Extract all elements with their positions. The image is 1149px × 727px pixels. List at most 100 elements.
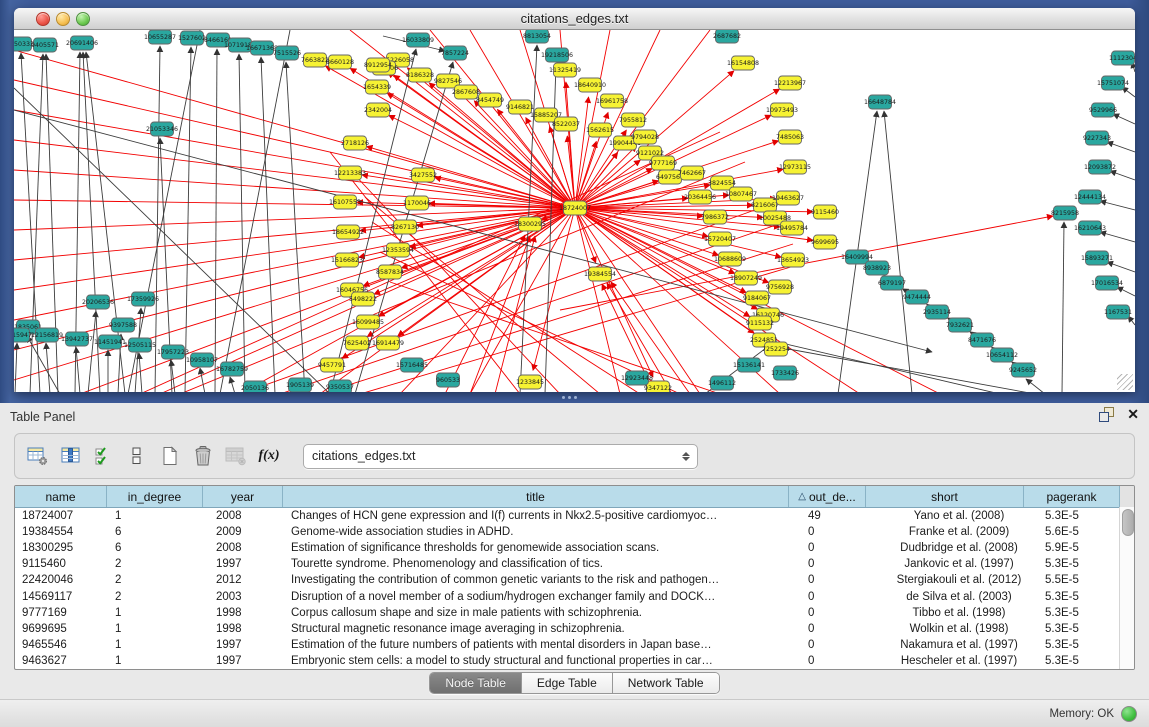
table-cell[interactable]: 1998 — [203, 607, 283, 619]
network-node[interactable]: 12353594 — [382, 243, 414, 257]
network-node[interactable]: 20691406 — [66, 36, 98, 50]
table-cell[interactable]: 1997 — [203, 655, 283, 667]
network-node[interactable]: 7462667 — [678, 166, 706, 180]
network-node[interactable]: 10958107 — [186, 353, 218, 367]
network-node[interactable]: 5498222 — [349, 292, 377, 306]
column-header-in_degree[interactable]: in_degree — [107, 486, 203, 507]
network-node[interactable]: 9756928 — [766, 280, 794, 294]
network-node[interactable]: 18724007 — [559, 201, 591, 215]
table-cell[interactable]: Disruption of a novel member of a sodium… — [283, 591, 803, 603]
table-row[interactable]: 1456911722003Disruption of a novel membe… — [15, 588, 1134, 604]
network-edge[interactable] — [1062, 222, 1064, 392]
network-edge[interactable] — [180, 162, 745, 392]
table-row[interactable]: 1830029562008Estimation of significance … — [15, 540, 1134, 556]
network-node[interactable]: 1112304 — [1109, 51, 1135, 65]
network-node[interactable]: 7857224 — [441, 46, 469, 60]
column-header-short[interactable]: short — [866, 486, 1024, 507]
table-selector-dropdown[interactable]: citations_edges.txt — [303, 444, 698, 469]
network-edge[interactable] — [280, 224, 779, 392]
window-titlebar[interactable]: citations_edges.txt — [14, 8, 1135, 30]
network-node[interactable]: 13942737 — [61, 332, 93, 346]
network-node[interactable]: 16648784 — [864, 95, 896, 109]
table-cell[interactable]: Jankovic et al. (1997) — [880, 558, 1038, 570]
table-row[interactable]: 1872400712008Changes of HCN gene express… — [15, 508, 1134, 524]
network-edge[interactable] — [1107, 262, 1135, 272]
network-edge[interactable] — [14, 208, 575, 290]
network-node[interactable]: 10654112 — [986, 348, 1018, 362]
table-cell[interactable]: 0 — [803, 639, 880, 651]
network-node[interactable]: 9794028 — [631, 130, 659, 144]
column-header-name[interactable]: name — [15, 486, 107, 507]
network-edge[interactable] — [220, 30, 290, 392]
network-edge[interactable] — [139, 353, 142, 392]
column-header-title[interactable]: title — [283, 486, 789, 507]
table-cell[interactable]: Changes of HCN gene expression and I(f) … — [283, 510, 803, 522]
tab-edge-table[interactable]: Edge Table — [522, 673, 613, 693]
network-edge[interactable] — [261, 57, 275, 392]
table-cell[interactable]: 14569117 — [15, 591, 107, 603]
network-node[interactable]: 17359926 — [127, 292, 159, 306]
network-node[interactable]: 11325419 — [549, 63, 581, 77]
table-cell[interactable]: 0 — [803, 558, 880, 570]
table-cell[interactable]: Yano et al. (2008) — [880, 510, 1038, 522]
network-node[interactable]: 16210643 — [1074, 221, 1106, 235]
network-node[interactable]: 19218506 — [541, 48, 573, 62]
network-edge[interactable] — [760, 338, 1000, 392]
network-node[interactable]: 1733426 — [771, 366, 799, 380]
table-cell[interactable]: 6 — [107, 526, 203, 538]
network-node[interactable]: 8813054 — [523, 30, 551, 43]
table-cell[interactable]: 9699695 — [15, 623, 107, 635]
network-edge[interactable] — [1110, 171, 1135, 180]
network-node[interactable]: 2687682 — [713, 30, 741, 43]
network-node[interactable]: 8186328 — [406, 68, 434, 82]
network-edge[interactable] — [1117, 287, 1135, 296]
network-node[interactable]: 7663822 — [301, 53, 329, 67]
network-node[interactable]: 15720407 — [704, 232, 736, 246]
network-node[interactable]: 16033809 — [402, 33, 434, 47]
row-height-icon[interactable] — [124, 443, 150, 469]
network-edge[interactable] — [533, 208, 575, 370]
network-node[interactable]: 10973493 — [766, 103, 798, 117]
network-node[interactable]: 16154808 — [727, 56, 759, 70]
network-node[interactable]: 1167531 — [1104, 305, 1132, 319]
table-row[interactable]: 969969511998Structural magnetic resonanc… — [15, 621, 1134, 637]
network-edge[interactable] — [15, 343, 17, 392]
network-node[interactable]: 16099485 — [352, 315, 384, 329]
network-edge[interactable] — [155, 46, 160, 392]
network-node[interactable]: 12444134 — [1074, 190, 1106, 204]
network-edge[interactable] — [1100, 232, 1135, 242]
table-cell[interactable]: Franke et al. (2009) — [880, 526, 1038, 538]
network-node[interactable]: 7932621 — [946, 318, 974, 332]
network-node[interactable]: 10807467 — [725, 187, 757, 201]
network-node[interactable]: 9529966 — [1089, 103, 1117, 117]
network-node[interactable]: 1527602 — [178, 31, 206, 45]
table-cell[interactable]: 0 — [803, 655, 880, 667]
window-resize-grip[interactable] — [1117, 374, 1133, 390]
network-node[interactable]: 16961758 — [596, 94, 628, 108]
row-checks-icon[interactable] — [91, 443, 117, 469]
network-node[interactable]: 1905139 — [286, 378, 314, 392]
network-node[interactable]: 9699695 — [811, 235, 839, 249]
network-edge[interactable] — [1100, 201, 1135, 210]
table-cell[interactable]: 19384554 — [15, 526, 107, 538]
table-cell[interactable]: Estimation of the future numbers of pati… — [283, 639, 803, 651]
network-node[interactable]: 9245652 — [1009, 363, 1037, 377]
table-cell[interactable]: Dudbridge et al. (2008) — [880, 542, 1038, 554]
table-cell[interactable]: Hescheler et al. (1997) — [880, 655, 1038, 667]
network-node[interactable]: 7515526 — [273, 46, 301, 60]
network-canvas[interactable]: 1872400718300295193845541522605898275068… — [14, 30, 1135, 392]
table-cell[interactable]: Nakamura et al. (1997) — [880, 639, 1038, 651]
network-edge[interactable] — [566, 82, 575, 208]
network-node[interactable]: 12156819 — [31, 328, 63, 342]
network-node[interactable]: 2050136 — [241, 381, 269, 392]
table-cell[interactable]: 1997 — [203, 639, 283, 651]
network-node[interactable]: 19495784 — [776, 221, 808, 235]
network-node[interactable]: 7986372 — [701, 210, 729, 224]
table-cell[interactable]: Embryonic stem cells: a model to study s… — [283, 655, 803, 667]
table-cell[interactable]: 1 — [107, 607, 203, 619]
network-node[interactable]: 15893271 — [1081, 251, 1113, 265]
table-cell[interactable]: 2012 — [203, 574, 283, 586]
network-node[interactable]: 960533 — [436, 373, 460, 387]
network-node[interactable]: 3915947 — [14, 328, 32, 342]
network-node[interactable]: 9474444 — [903, 290, 931, 304]
